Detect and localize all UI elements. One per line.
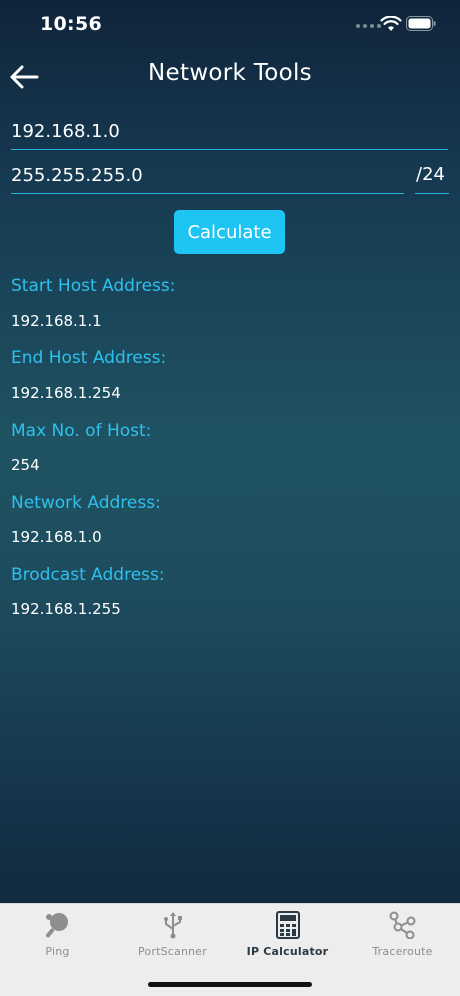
tab-portscanner-label: PortScanner (137, 945, 207, 958)
tab-ping-label: Ping (45, 945, 70, 958)
max-hosts-value: 254 (11, 456, 40, 474)
usb-icon (158, 910, 188, 940)
network-address-label: Network Address: (11, 493, 161, 513)
ip-address-input[interactable] (11, 120, 448, 150)
home-indicator (148, 982, 312, 987)
end-host-value: 192.168.1.254 (11, 384, 121, 402)
tab-portscanner[interactable]: PortScanner (115, 904, 230, 964)
tab-traceroute[interactable]: Traceroute (345, 904, 460, 964)
signal-dots-icon (356, 24, 381, 28)
page-title: Network Tools (148, 60, 312, 86)
calculator-icon (273, 910, 303, 940)
calculate-button[interactable]: Calculate (174, 210, 285, 254)
tab-ip-calculator-label: IP Calculator (246, 945, 329, 958)
ping-pong-icon (43, 910, 73, 940)
battery-icon (406, 16, 436, 31)
broadcast-address-value: 192.168.1.255 (11, 600, 121, 618)
cidr-selector[interactable]: /24 (415, 164, 449, 194)
wifi-icon (380, 16, 402, 31)
route-icon (388, 910, 418, 940)
status-time: 10:56 (40, 13, 102, 35)
network-address-value: 192.168.1.0 (11, 528, 102, 546)
start-host-value: 192.168.1.1 (11, 312, 102, 330)
status-bar: 10:56 (0, 0, 460, 50)
tab-ip-calculator[interactable]: IP Calculator (230, 904, 345, 964)
tab-ping[interactable]: Ping (0, 904, 115, 964)
tab-traceroute-label: Traceroute (372, 945, 433, 958)
subnet-mask-input[interactable] (11, 164, 404, 194)
end-host-label: End Host Address: (11, 348, 167, 368)
max-hosts-label: Max No. of Host: (11, 421, 152, 441)
cidr-value: /24 (416, 164, 445, 185)
broadcast-address-label: Brodcast Address: (11, 565, 165, 585)
start-host-label: Start Host Address: (11, 276, 176, 296)
